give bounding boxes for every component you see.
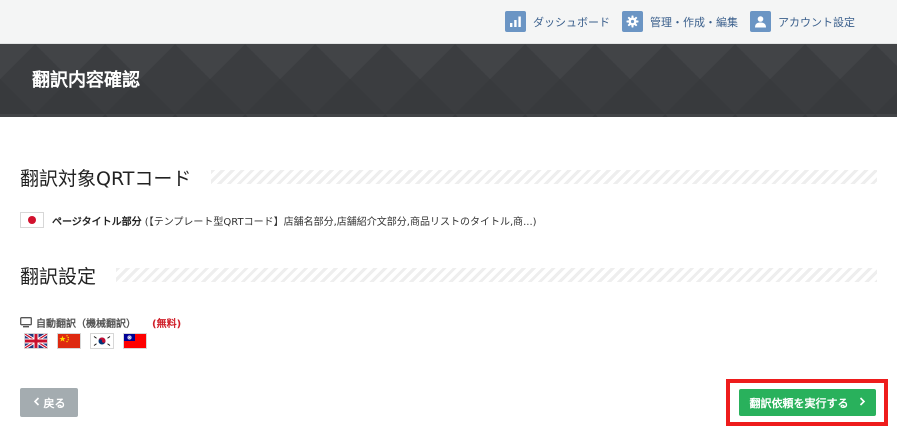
monitor-icon: [20, 313, 32, 332]
nav-label-account: アカウント設定: [778, 15, 855, 29]
china-flag-icon: [57, 333, 81, 349]
target-item-detail: (【テンプレート型QRTコード】店舗名部分,店舗紹介文部分,商品リストのタイトル…: [141, 216, 537, 228]
nav-label-manage: 管理・作成・編集: [650, 15, 738, 29]
settings-section-title: 翻訳設定: [20, 265, 97, 288]
page-title: 翻訳内容確認: [32, 70, 140, 91]
bar-chart-icon: [505, 11, 526, 32]
target-section-heading: 翻訳対象QRTコード: [20, 164, 877, 190]
auto-translation-label: 自動翻訳（機械翻訳）: [36, 319, 136, 330]
free-badge: (無料): [152, 319, 182, 330]
back-button-label: 戻る: [43, 396, 66, 410]
gear-icon: [622, 11, 643, 32]
back-button[interactable]: 戻る: [20, 388, 78, 417]
taiwan-flag-icon: [123, 333, 147, 349]
target-item-label: ページタイトル部分: [52, 216, 142, 228]
japan-flag-icon: [20, 212, 44, 228]
execute-button-label: 翻訳依頼を実行する: [749, 396, 849, 410]
heading-divider: [116, 268, 877, 282]
target-section-title: 翻訳対象QRTコード: [20, 167, 192, 190]
korea-flag-icon: [90, 333, 114, 349]
page-banner: 翻訳内容確認: [0, 44, 897, 117]
nav-item-dashboard[interactable]: ダッシュボード: [505, 11, 610, 32]
nav-item-manage[interactable]: 管理・作成・編集: [622, 11, 738, 32]
target-language-flags: [24, 333, 147, 349]
heading-divider: [211, 170, 877, 184]
uk-flag-icon: [24, 333, 48, 349]
nav-item-account[interactable]: アカウント設定: [750, 11, 855, 32]
auto-translation-option: 自動翻訳（機械翻訳） (無料): [20, 313, 181, 332]
chevron-left-icon: [33, 396, 40, 409]
user-icon: [750, 11, 771, 32]
chevron-right-icon: [859, 396, 866, 409]
nav-label-dashboard: ダッシュボード: [533, 15, 610, 29]
target-item: ページタイトル部分 (【テンプレート型QRTコード】店舗名部分,店舗紹介文部分,…: [20, 212, 537, 228]
top-nav: ダッシュボード 管理・作成・編集 アカウント設定: [505, 11, 855, 32]
settings-section-heading: 翻訳設定: [20, 262, 877, 288]
top-bar: ダッシュボード 管理・作成・編集 アカウント設定: [0, 0, 897, 44]
execute-translation-button[interactable]: 翻訳依頼を実行する: [739, 389, 876, 416]
